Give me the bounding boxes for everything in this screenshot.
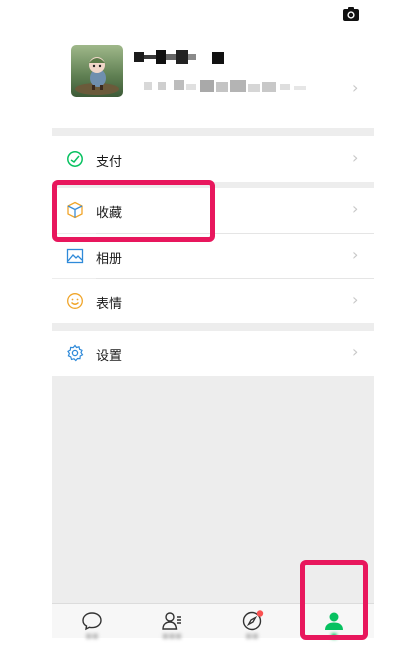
menu-item-settings[interactable]: 设置 › bbox=[52, 331, 374, 376]
profile-card[interactable]: › bbox=[52, 0, 374, 128]
nickname-mosaic bbox=[134, 50, 224, 64]
highlight-box-me-tab bbox=[300, 560, 368, 640]
profile-chevron-icon: › bbox=[352, 78, 359, 97]
highlight-box-favorites bbox=[52, 180, 215, 242]
sticker-smile-icon bbox=[67, 293, 83, 309]
menu-item-album-label: 相册 bbox=[96, 252, 123, 267]
avatar[interactable] bbox=[71, 45, 123, 97]
me-screen: › 支付 › 收藏 › 相册 › 表情 › 设置 › bbox=[52, 0, 374, 637]
album-icon bbox=[66, 248, 84, 264]
menu-item-pay-label: 支付 bbox=[96, 155, 123, 170]
chevron-right-icon: › bbox=[352, 245, 359, 264]
menu-item-settings-label: 设置 bbox=[96, 349, 123, 364]
menu-item-pay[interactable]: 支付 › bbox=[52, 136, 374, 182]
pay-icon bbox=[67, 151, 83, 167]
menu-item-stickers-label: 表情 bbox=[96, 297, 123, 312]
tab-contacts-label: ■■■ bbox=[162, 632, 182, 640]
chevron-right-icon: › bbox=[352, 342, 359, 361]
chevron-right-icon: › bbox=[352, 148, 359, 167]
tab-discover-label: ■■ bbox=[245, 632, 259, 640]
wechat-id-mosaic bbox=[144, 80, 306, 92]
chevron-right-icon: › bbox=[352, 290, 359, 309]
gear-icon bbox=[67, 344, 84, 362]
tab-chats-icon[interactable] bbox=[80, 609, 104, 633]
chevron-right-icon: › bbox=[352, 199, 359, 218]
tab-contacts-icon[interactable] bbox=[160, 609, 184, 633]
tab-discover-compass-icon[interactable] bbox=[240, 609, 264, 633]
camera-icon[interactable] bbox=[342, 6, 360, 22]
menu-item-stickers[interactable]: 表情 › bbox=[52, 279, 374, 323]
notification-dot bbox=[256, 610, 264, 617]
tab-chats-label: ■■ bbox=[85, 632, 99, 640]
